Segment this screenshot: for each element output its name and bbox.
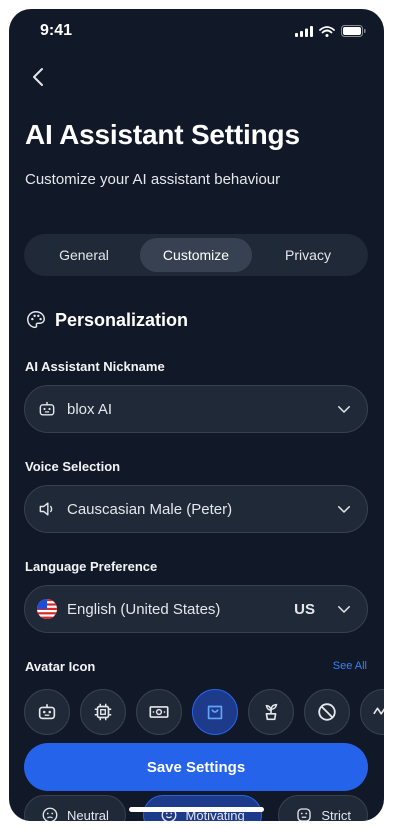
voice-select[interactable]: Causcasian Male (Peter) bbox=[24, 485, 368, 533]
tab-customize[interactable]: Customize bbox=[140, 238, 252, 272]
language-value: English (United States) bbox=[67, 600, 221, 618]
voice-label: Voice Selection bbox=[25, 459, 121, 474]
palette-icon bbox=[27, 311, 45, 329]
status-time: 9:41 bbox=[40, 22, 73, 39]
chevron-down-icon bbox=[338, 406, 350, 413]
nickname-value: blox AI bbox=[67, 400, 113, 418]
us-flag-icon bbox=[37, 599, 57, 619]
page-title: AI Assistant Settings bbox=[25, 119, 300, 150]
language-select[interactable]: English (United States) US bbox=[24, 585, 368, 633]
tone-neutral[interactable]: Neutral bbox=[24, 795, 126, 821]
status-bar: 9:41 bbox=[9, 9, 384, 53]
robot-icon bbox=[39, 401, 55, 416]
status-icons bbox=[295, 25, 366, 37]
money-icon bbox=[149, 706, 169, 718]
page-subtitle: Customize your AI assistant behaviour bbox=[25, 171, 281, 188]
save-settings-button[interactable]: Save Settings bbox=[24, 743, 368, 791]
avatar-option-money[interactable] bbox=[136, 689, 182, 735]
language-code: US bbox=[294, 600, 315, 618]
settings-tabs: General Customize Privacy bbox=[24, 234, 368, 276]
chevron-down-icon bbox=[338, 506, 350, 513]
avatar-option-chip[interactable] bbox=[80, 689, 126, 735]
wave-icon bbox=[373, 707, 384, 715]
strict-face-icon bbox=[297, 808, 312, 821]
battery-icon bbox=[341, 25, 366, 37]
nickname-select[interactable]: blox AI bbox=[24, 385, 368, 433]
robot-icon bbox=[38, 704, 56, 720]
language-label: Language Preference bbox=[25, 559, 158, 574]
avatar-list bbox=[24, 689, 384, 735]
avatar-option-robot[interactable] bbox=[24, 689, 70, 735]
tone-strict[interactable]: Strict bbox=[278, 795, 368, 821]
nickname-label: AI Assistant Nickname bbox=[25, 359, 165, 374]
plant-icon bbox=[265, 703, 278, 721]
avatar-option-bag[interactable] bbox=[192, 689, 238, 735]
voice-value: Causcasian Male (Peter) bbox=[67, 500, 233, 518]
avatar-option-wave[interactable] bbox=[360, 689, 384, 735]
avatar-option-blocked[interactable] bbox=[304, 689, 350, 735]
section-title: Personalization bbox=[55, 309, 189, 330]
wifi-icon bbox=[319, 25, 335, 37]
section-personalization: Personalization bbox=[25, 309, 188, 331]
tone-strict-label: Strict bbox=[321, 807, 351, 822]
neutral-face-icon bbox=[42, 807, 58, 821]
home-indicator bbox=[129, 807, 264, 812]
signal-icon bbox=[295, 25, 313, 37]
chevron-down-icon bbox=[338, 606, 350, 613]
speaker-icon bbox=[39, 502, 53, 516]
app-screen: 9:41 AI Assistant Settings Customize you… bbox=[9, 9, 384, 821]
tab-general[interactable]: General bbox=[28, 238, 140, 272]
tab-privacy[interactable]: Privacy bbox=[252, 238, 364, 272]
back-arrow-icon[interactable] bbox=[27, 65, 51, 89]
avatar-label: Avatar Icon bbox=[25, 659, 96, 674]
chip-icon bbox=[94, 703, 112, 721]
blocked-icon bbox=[318, 703, 336, 721]
bag-icon bbox=[207, 705, 223, 720]
see-all-link[interactable]: See All bbox=[333, 660, 367, 672]
avatar-option-plant[interactable] bbox=[248, 689, 294, 735]
tone-neutral-label: Neutral bbox=[67, 807, 109, 822]
